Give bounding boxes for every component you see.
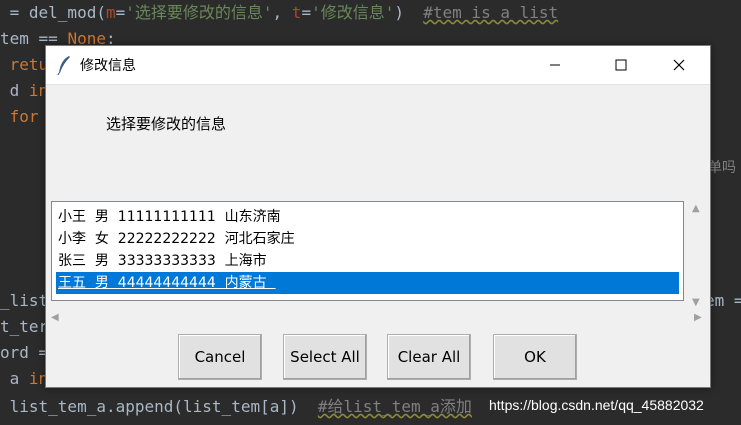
scroll-right-icon[interactable]: ▶ — [694, 312, 702, 323]
scroll-down-icon[interactable]: ▼ — [692, 297, 700, 308]
code-line-3: retu — [0, 55, 49, 74]
maximize-icon — [615, 59, 627, 71]
side-text: 单吗 — [708, 160, 736, 176]
scroll-up-icon[interactable]: ▲ — [692, 203, 700, 214]
code-line-7: t_ter — [0, 317, 49, 336]
vertical-scrollbar[interactable]: ▲ ▼ — [688, 201, 706, 311]
close-button[interactable] — [656, 46, 702, 84]
code-line-1: = del_mod(m='选择要修改的信息', t='修改信息') #tem i… — [0, 3, 559, 22]
list-item[interactable]: 小王 男 11111111111 山东济南 — [56, 206, 679, 228]
horizontal-scrollbar[interactable]: ◀ ▶ — [46, 310, 710, 328]
select-all-button[interactable]: Select All — [283, 334, 367, 380]
title-bar[interactable]: 修改信息 — [46, 46, 710, 85]
minimize-icon — [550, 64, 560, 66]
list-item[interactable]: 张三 男 33333333333 上海市 — [56, 250, 679, 272]
code-line-6: _list — [0, 291, 49, 310]
code-line-10: list_tem_a.append(list_tem[a]) #给list_te… — [0, 397, 472, 416]
code-line-8: ord = — [0, 343, 49, 362]
prompt-label: 选择要修改的信息 — [106, 115, 227, 133]
list-item-selected[interactable]: 王五 男 44444444444 内蒙古 — [56, 272, 679, 294]
code-line-4: d in — [0, 81, 49, 100]
maximize-button[interactable] — [598, 46, 644, 84]
watermark: https://blog.csdn.net/qq_45882032 — [487, 397, 706, 413]
modify-info-dialog: 修改信息 选择要修改的信息 小王 男 11111111111 山东济南 小李 女… — [45, 45, 711, 388]
scroll-left-icon[interactable]: ◀ — [51, 312, 59, 323]
ok-button[interactable]: OK — [493, 334, 577, 380]
minimize-button[interactable] — [532, 46, 578, 84]
code-line-9: a in — [0, 369, 49, 388]
feather-icon — [57, 56, 70, 75]
info-listbox[interactable]: 小王 男 11111111111 山东济南 小李 女 22222222222 河… — [51, 201, 684, 301]
code-line-5: for — [0, 107, 39, 126]
clear-all-button[interactable]: Clear All — [387, 334, 471, 380]
list-item[interactable]: 小李 女 22222222222 河北石家庄 — [56, 228, 679, 250]
close-icon — [673, 59, 685, 71]
cancel-button[interactable]: Cancel — [178, 334, 262, 380]
window-title: 修改信息 — [80, 58, 136, 74]
